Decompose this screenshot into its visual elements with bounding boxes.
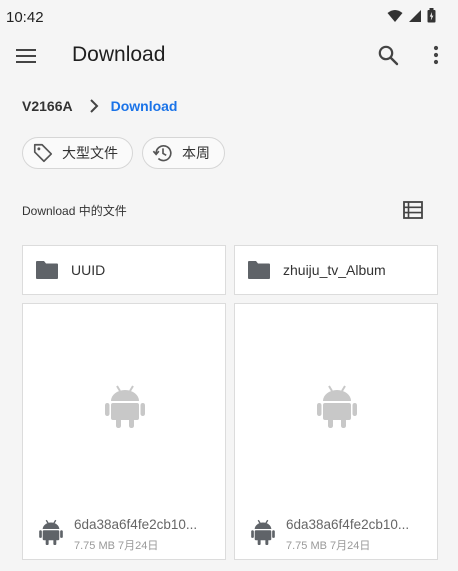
- file-meta: 6da38a6f4fe2cb10... 7.75 MB 7月24日: [37, 515, 217, 555]
- status-bar: 10:42: [0, 0, 458, 34]
- file-info: 7.75 MB 7月24日: [74, 540, 159, 552]
- chevron-right-icon: [89, 99, 99, 113]
- android-icon: [317, 385, 357, 428]
- status-time: 10:42: [6, 9, 44, 26]
- file-item[interactable]: 6da38a6f4fe2cb10... 7.75 MB 7月24日: [234, 303, 438, 560]
- signal-icon: [409, 9, 421, 22]
- page-title: Download: [72, 43, 166, 66]
- folder-item[interactable]: UUID: [22, 245, 226, 295]
- file-name: 6da38a6f4fe2cb10...: [74, 517, 198, 532]
- file-meta: 6da38a6f4fe2cb10... 7.75 MB 7月24日: [249, 515, 429, 555]
- breadcrumb-current[interactable]: Download: [111, 98, 178, 114]
- folder-name: zhuiju_tv_Album: [283, 262, 386, 278]
- menu-icon[interactable]: [14, 44, 38, 68]
- folder-name: UUID: [71, 262, 106, 278]
- android-icon: [39, 519, 63, 545]
- android-icon: [251, 519, 275, 545]
- folder-icon: [36, 261, 58, 279]
- tag-icon: [32, 142, 54, 164]
- chip-label: 本周: [182, 145, 210, 161]
- android-icon: [105, 385, 145, 428]
- file-name: 6da38a6f4fe2cb10...: [286, 517, 410, 532]
- more-options-icon[interactable]: [424, 43, 448, 67]
- chip-label: 大型文件: [62, 145, 118, 161]
- breadcrumb-root[interactable]: V2166A: [22, 98, 73, 114]
- chip-this-week[interactable]: 本周: [142, 137, 225, 169]
- list-view-icon[interactable]: [402, 200, 424, 220]
- folder-icon: [248, 261, 270, 279]
- file-item[interactable]: 6da38a6f4fe2cb10... 7.75 MB 7月24日: [22, 303, 226, 560]
- top-app-bar: Download: [0, 34, 458, 78]
- folder-item[interactable]: zhuiju_tv_Album: [234, 245, 438, 295]
- battery-icon: [427, 8, 436, 23]
- breadcrumb: V2166A Download: [22, 96, 177, 116]
- chip-large-files[interactable]: 大型文件: [22, 137, 133, 169]
- file-info: 7.75 MB 7月24日: [286, 540, 371, 552]
- history-icon: [152, 142, 174, 164]
- status-icons: [387, 8, 436, 23]
- search-icon[interactable]: [376, 43, 400, 67]
- section-title: Download 中的文件: [22, 204, 127, 218]
- wifi-icon: [387, 9, 403, 22]
